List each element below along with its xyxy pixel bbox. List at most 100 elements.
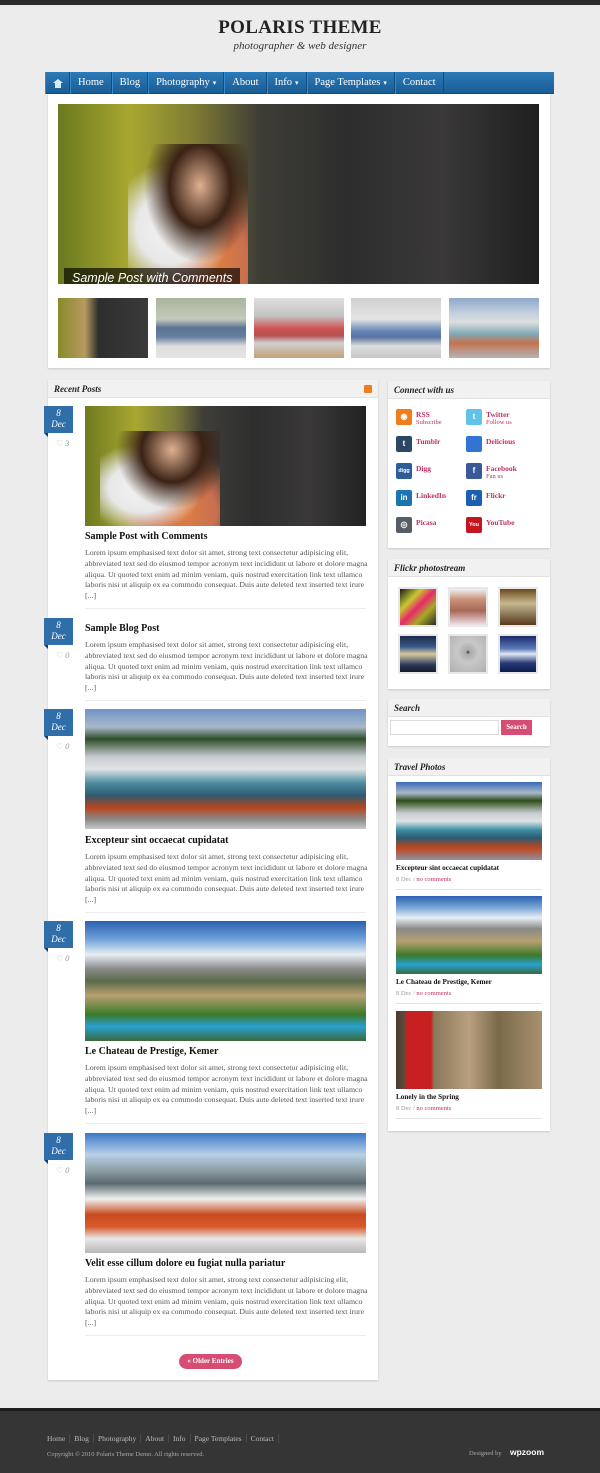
heart-icon: ♡ <box>56 742 64 751</box>
social-link-digg[interactable]: digg Digg <box>396 463 471 489</box>
chevron-down-icon: ▾ <box>295 79 299 87</box>
flickr-photo[interactable] <box>398 587 438 627</box>
travel-title[interactable]: Le Chateau de Prestige, Kemer <box>396 978 492 986</box>
post-excerpt: Lorem ipsum emphasised text dolor sit am… <box>85 548 368 601</box>
slide-caption[interactable]: Sample Post with Comments <box>64 268 241 284</box>
footer-link-home[interactable]: Home <box>47 1434 71 1443</box>
social-label: Flickr <box>486 491 506 500</box>
home-icon <box>52 78 63 88</box>
footer-link-about[interactable]: About <box>141 1434 170 1443</box>
nav-item-about[interactable]: About <box>224 72 267 94</box>
post-divider <box>85 608 366 609</box>
slider-thumb[interactable] <box>58 298 148 358</box>
travel-title[interactable]: Excepteur sint occaecat cupidatat <box>396 864 499 872</box>
heart-icon: ♡ <box>56 1166 64 1175</box>
flickr-widget: Flickr photostream <box>388 559 550 689</box>
likes-count[interactable]: ♡ 0 <box>56 1165 69 1175</box>
social-link-tumblr[interactable]: t Tumblr <box>396 436 471 462</box>
flickr-photo[interactable] <box>448 634 488 674</box>
picasa-icon: ◎ <box>396 517 412 533</box>
heart-icon: ♡ <box>56 651 64 660</box>
chevron-down-icon: ▾ <box>383 79 387 87</box>
older-entries-button[interactable]: « Older Entries <box>179 1354 242 1369</box>
search-input[interactable] <box>390 720 499 735</box>
nav-item-contact[interactable]: Contact <box>394 72 444 94</box>
social-label: Facebook <box>486 464 517 473</box>
slide-main-image[interactable]: Sample Post with Comments <box>58 104 539 284</box>
search-button[interactable]: Search <box>501 720 532 735</box>
social-link-youtube[interactable]: You YouTube <box>466 517 541 543</box>
widget-heading: Search <box>388 699 550 717</box>
travel-meta: 8 Dec / no comments <box>396 990 452 997</box>
social-label: Twitter <box>486 410 510 419</box>
flickr-photo[interactable] <box>398 634 438 674</box>
travel-image[interactable] <box>396 1011 542 1089</box>
likes-count[interactable]: ♡ 3 <box>56 438 69 448</box>
youtube-icon: You <box>466 517 482 533</box>
flickr-photo[interactable] <box>448 587 488 627</box>
linkedin-icon: in <box>396 490 412 506</box>
rss-icon: ◉ <box>396 409 412 425</box>
post-title[interactable]: Sample Blog Post <box>85 623 159 634</box>
post-title[interactable]: Velit esse cillum dolore eu fugiat nulla… <box>85 1258 285 1269</box>
slider-thumb[interactable] <box>351 298 442 358</box>
nav-item-photography[interactable]: Photography ▾ <box>148 72 225 94</box>
post-title[interactable]: Le Chateau de Prestige, Kemer <box>85 1046 218 1057</box>
recent-posts-panel: Recent Posts 8 Dec ♡ 3 Sample Post with Co… <box>44 380 378 1380</box>
social-link-flickr[interactable]: fr Flickr <box>466 490 541 516</box>
post-title[interactable]: Sample Post with Comments <box>85 531 208 542</box>
widget-heading: Connect with us <box>388 381 550 399</box>
designer-logo[interactable]: wpzoom <box>510 1447 544 1457</box>
nav-item-page-templates[interactable]: Page Templates ▾ <box>306 72 395 94</box>
social-label: YouTube <box>486 518 515 527</box>
footer-link-contact[interactable]: Contact <box>247 1434 279 1443</box>
likes-count[interactable]: ♡ 0 <box>56 953 69 963</box>
slider-thumb[interactable] <box>253 298 344 358</box>
social-link-facebook[interactable]: f Facebook Fan us <box>466 463 541 489</box>
travel-divider <box>396 1118 542 1119</box>
post-image[interactable] <box>85 921 366 1041</box>
comments-link[interactable]: no comments <box>416 876 451 883</box>
travel-image[interactable] <box>396 782 542 860</box>
flickr-photo[interactable] <box>498 587 538 627</box>
nav-home-button[interactable] <box>45 72 70 94</box>
post-title[interactable]: Excepteur sint occaecat cupidatat <box>85 835 228 846</box>
travel-meta: 8 Dec / no comments <box>396 876 452 883</box>
travel-title[interactable]: Lonely in the Spring <box>396 1093 459 1101</box>
site-title[interactable]: POLARIS THEME <box>0 17 600 39</box>
footer-link-page-templates[interactable]: Page Templates <box>191 1434 247 1443</box>
footer-link-photography[interactable]: Photography <box>94 1434 142 1443</box>
widget-heading: Flickr photostream <box>388 559 550 577</box>
likes-count[interactable]: ♡ 0 <box>56 650 69 660</box>
widget-heading: Travel Photos <box>388 758 550 776</box>
main-nav: Home Blog Photography ▾ About Info ▾ Page … <box>45 72 554 94</box>
social-link-delicious[interactable]: Delicious <box>466 436 541 462</box>
post-image[interactable] <box>85 709 366 829</box>
tumblr-icon: t <box>396 436 412 452</box>
nav-item-info[interactable]: Info ▾ <box>266 72 307 94</box>
likes-count[interactable]: ♡ 0 <box>56 741 69 751</box>
post-image[interactable] <box>85 1133 366 1253</box>
footer-link-info[interactable]: Info <box>169 1434 191 1443</box>
social-label: Digg <box>416 464 431 473</box>
slider-thumb[interactable] <box>449 298 539 358</box>
comments-link[interactable]: no comments <box>416 1105 451 1112</box>
social-link-rss[interactable]: ◉ RSS Subscribe <box>396 409 471 435</box>
social-link-linkedin[interactable]: in LinkedIn <box>396 490 471 516</box>
comments-link[interactable]: no comments <box>416 990 451 997</box>
post-image[interactable] <box>85 406 366 526</box>
date-badge: 8 Dec <box>44 618 73 649</box>
slider-thumb[interactable] <box>155 298 246 358</box>
rss-icon[interactable] <box>364 385 372 393</box>
social-label: LinkedIn <box>416 491 447 500</box>
travel-image[interactable] <box>396 896 542 974</box>
social-link-twitter[interactable]: t Twitter Follow us <box>466 409 541 435</box>
flickr-photo[interactable] <box>498 634 538 674</box>
nav-item-blog[interactable]: Blog <box>111 72 149 94</box>
date-badge: 8 Dec <box>44 709 73 740</box>
nav-item-home[interactable]: Home <box>70 72 112 94</box>
social-link-picasa[interactable]: ◎ Picasa <box>396 517 471 543</box>
social-sublabel: Follow us <box>486 419 512 426</box>
connect-widget: Connect with us ◉ RSS Subscribe t Twitter Fol… <box>388 381 550 548</box>
footer-link-blog[interactable]: Blog <box>70 1434 94 1443</box>
